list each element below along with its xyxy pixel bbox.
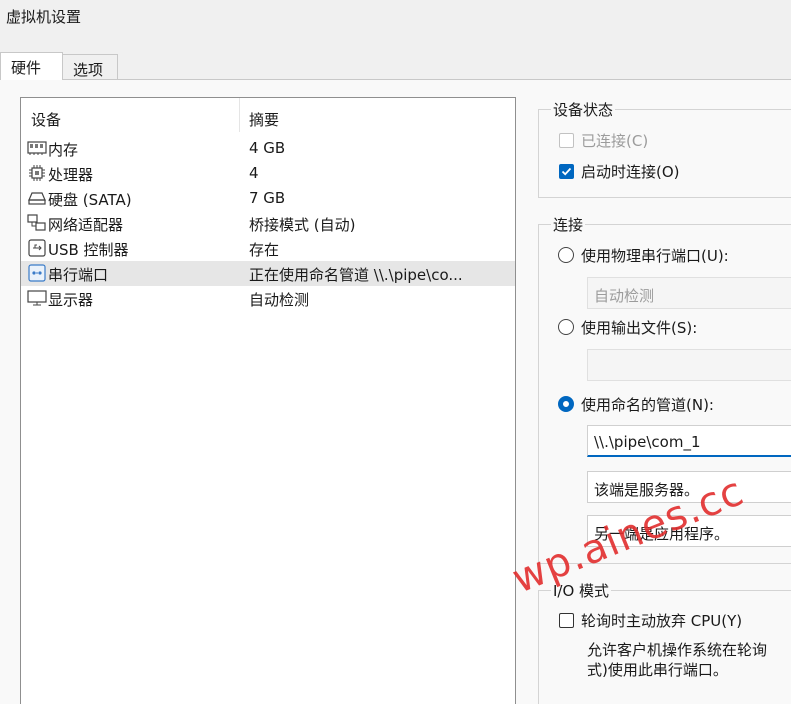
io-description-line2: 式)使用此串行端口。 (587, 661, 728, 679)
physical-port-radio[interactable] (558, 247, 574, 263)
device-name: 显示器 (48, 291, 94, 309)
connected-checkbox[interactable] (559, 133, 574, 148)
column-header-device[interactable]: 设备 (31, 109, 61, 130)
device-name: USB 控制器 (48, 241, 129, 259)
device-row-processor[interactable]: 处理器 4 (21, 161, 515, 186)
named-pipe-input[interactable]: \\.\pipe\com_1 (587, 425, 791, 457)
physical-port-label: 使用物理串行端口(U): (581, 247, 729, 265)
device-summary: 桥接模式 (自动) (249, 216, 356, 234)
device-summary: 正在使用命名管道 \\.\pipe\co... (249, 266, 463, 284)
output-file-radio[interactable] (558, 319, 574, 335)
device-summary: 4 (249, 164, 259, 182)
tab-options[interactable]: 选项 (62, 54, 118, 80)
memory-icon (27, 141, 47, 155)
device-status-title: 设备状态 (551, 99, 616, 120)
polling-label: 轮询时主动放弃 CPU(Y) (581, 612, 743, 630)
device-name: 网络适配器 (48, 216, 124, 234)
device-summary: 7 GB (249, 189, 286, 207)
serial-port-icon (28, 264, 46, 282)
device-summary: 4 GB (249, 139, 286, 157)
column-divider[interactable] (239, 98, 240, 132)
io-description-line1: 允许客户机操作系统在轮询 (587, 641, 768, 659)
list-header: 设备 摘要 (21, 98, 515, 132)
device-row-network-adapter[interactable]: 网络适配器 桥接模式 (自动) (21, 211, 515, 236)
connection-title: 连接 (551, 214, 586, 235)
device-row-hard-disk[interactable]: 硬盘 (SATA) 7 GB (21, 186, 515, 211)
device-row-usb-controller[interactable]: USB 控制器 存在 (21, 236, 515, 261)
device-summary: 存在 (249, 241, 280, 259)
named-pipe-label: 使用命名的管道(N): (581, 396, 714, 414)
device-name: 串行端口 (48, 266, 109, 284)
device-row-memory[interactable]: 内存 4 GB (21, 136, 515, 161)
connected-label: 已连接(C) (581, 132, 649, 150)
network-adapter-icon (27, 214, 46, 231)
checkmark-icon (561, 167, 572, 176)
processor-icon (29, 165, 45, 181)
output-file-label: 使用输出文件(S): (581, 319, 698, 337)
physical-port-select[interactable]: 自动检测 (587, 277, 791, 309)
output-file-input[interactable] (587, 349, 791, 381)
connect-on-start-checkbox[interactable] (559, 164, 574, 179)
hard-disk-icon (28, 192, 46, 205)
tab-strip: 硬件 选项 (0, 52, 791, 80)
device-row-display[interactable]: 显示器 自动检测 (21, 286, 515, 311)
column-header-summary[interactable]: 摘要 (249, 109, 279, 130)
display-icon (27, 290, 47, 306)
named-pipe-radio[interactable] (558, 396, 574, 412)
io-mode-group: I/O 模式 轮询时主动放弃 CPU(Y) 允许客户机操作系统在轮询 式)使用此… (538, 580, 791, 704)
device-row-serial-port[interactable]: 串行端口 正在使用命名管道 \\.\pipe\co... (21, 261, 515, 286)
window-title: 虚拟机设置 (6, 8, 82, 26)
device-list[interactable]: 设备 摘要 内存 4 GB 处理器 4 硬盘 (SATA) 7 GB 网络适配器… (20, 97, 516, 704)
connect-on-start-label: 启动时连接(O) (581, 163, 680, 181)
device-status-group: 设备状态 已连接(C) 启动时连接(O) (538, 99, 791, 198)
device-summary: 自动检测 (249, 291, 310, 309)
device-name: 内存 (48, 141, 79, 159)
tab-hardware[interactable]: 硬件 (0, 52, 63, 80)
polling-checkbox[interactable] (559, 613, 574, 628)
usb-controller-icon (28, 239, 46, 257)
device-name: 处理器 (48, 166, 94, 184)
device-name: 硬盘 (SATA) (48, 191, 132, 209)
